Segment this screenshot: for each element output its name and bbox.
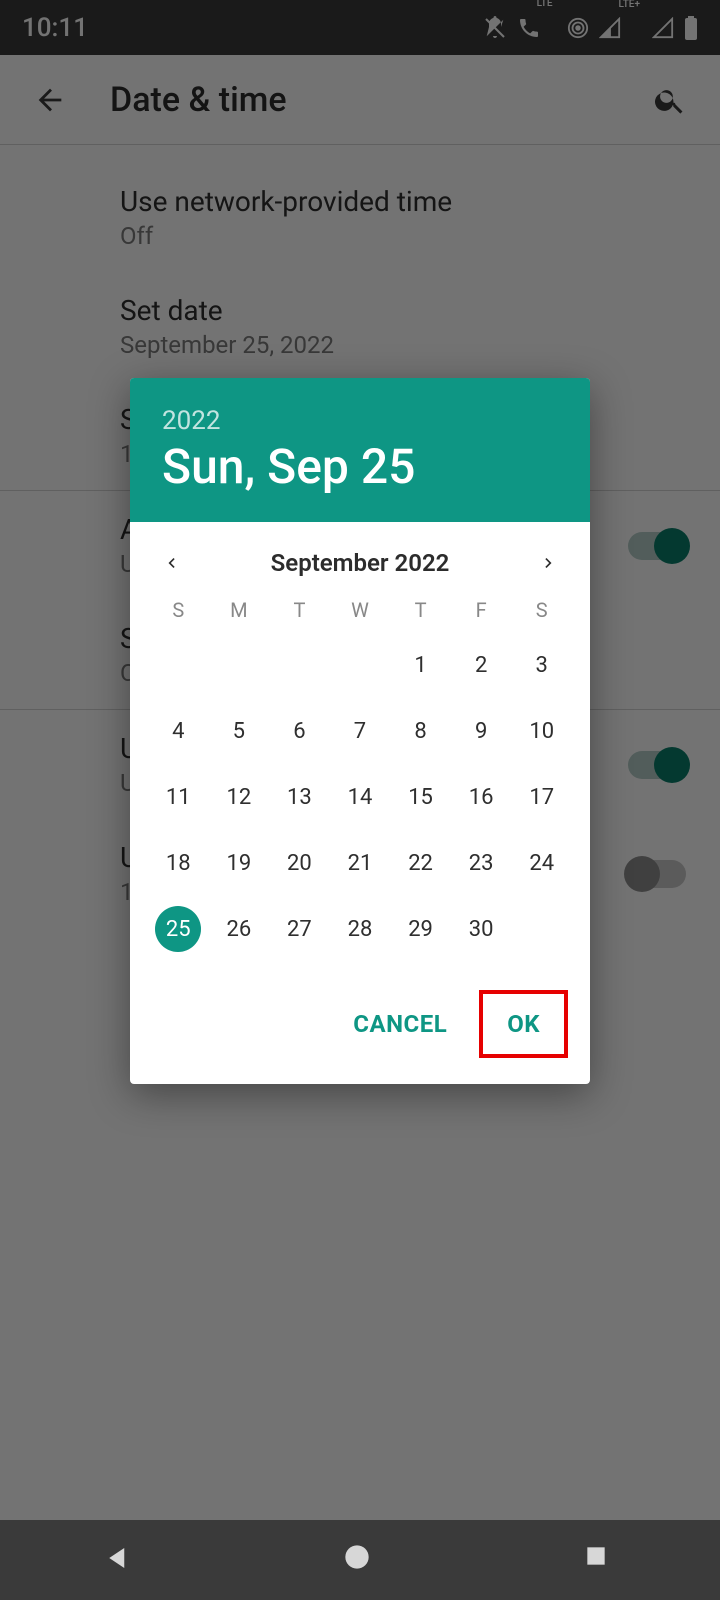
dow-header: W <box>330 598 391 622</box>
calendar-day[interactable]: 8 <box>398 708 444 754</box>
calendar-day[interactable]: 1 <box>398 642 444 688</box>
dow-header: S <box>148 598 209 622</box>
next-month-button[interactable] <box>534 548 564 578</box>
calendar-day[interactable]: 22 <box>398 840 444 886</box>
calendar-day[interactable]: 16 <box>458 774 504 820</box>
picker-date-label[interactable]: Sun, Sep 25 <box>162 442 558 492</box>
calendar-day[interactable]: 9 <box>458 708 504 754</box>
ok-button[interactable]: OK <box>493 1000 554 1048</box>
calendar-day[interactable]: 19 <box>216 840 262 886</box>
calendar-day[interactable]: 29 <box>398 906 444 952</box>
prev-month-button[interactable] <box>156 548 186 578</box>
month-label: September 2022 <box>271 549 450 577</box>
calendar-day[interactable]: 10 <box>519 708 565 754</box>
nav-recent-button[interactable] <box>583 1543 617 1577</box>
dow-header: S <box>511 598 572 622</box>
navigation-bar <box>0 1520 720 1600</box>
nav-home-button[interactable] <box>343 1543 377 1577</box>
cancel-button[interactable]: CANCEL <box>339 990 461 1058</box>
month-navigation: September 2022 <box>130 522 590 590</box>
calendar-day[interactable]: 26 <box>216 906 262 952</box>
dialog-header: 2022 Sun, Sep 25 <box>130 378 590 522</box>
calendar-day[interactable]: 20 <box>276 840 322 886</box>
nav-back-button[interactable] <box>103 1543 137 1577</box>
calendar-day[interactable]: 6 <box>276 708 322 754</box>
picker-year[interactable]: 2022 <box>162 406 558 436</box>
calendar-day[interactable]: 25 <box>155 906 201 952</box>
calendar-day[interactable]: 21 <box>337 840 383 886</box>
dow-header: T <box>269 598 330 622</box>
calendar-day[interactable]: 2 <box>458 642 504 688</box>
calendar-day[interactable]: 7 <box>337 708 383 754</box>
calendar-day[interactable]: 30 <box>458 906 504 952</box>
calendar-day[interactable]: 23 <box>458 840 504 886</box>
date-picker-dialog: 2022 Sun, Sep 25 September 2022 SMTWTFS1… <box>130 378 590 1084</box>
ok-highlight: OK <box>479 990 568 1058</box>
calendar-day[interactable]: 3 <box>519 642 565 688</box>
calendar-day[interactable]: 14 <box>337 774 383 820</box>
calendar-day[interactable]: 11 <box>155 774 201 820</box>
dow-header: T <box>390 598 451 622</box>
calendar-day[interactable]: 24 <box>519 840 565 886</box>
calendar-grid: SMTWTFS123456789101112131415161718192021… <box>130 590 590 972</box>
dow-header: F <box>451 598 512 622</box>
calendar-day[interactable]: 4 <box>155 708 201 754</box>
calendar-day[interactable]: 28 <box>337 906 383 952</box>
calendar-day[interactable]: 27 <box>276 906 322 952</box>
dow-header: M <box>209 598 270 622</box>
calendar-day[interactable]: 13 <box>276 774 322 820</box>
calendar-day[interactable]: 17 <box>519 774 565 820</box>
calendar-day[interactable]: 5 <box>216 708 262 754</box>
dialog-actions: CANCEL OK <box>130 972 590 1084</box>
calendar-day[interactable]: 12 <box>216 774 262 820</box>
calendar-day[interactable]: 18 <box>155 840 201 886</box>
calendar-day[interactable]: 15 <box>398 774 444 820</box>
